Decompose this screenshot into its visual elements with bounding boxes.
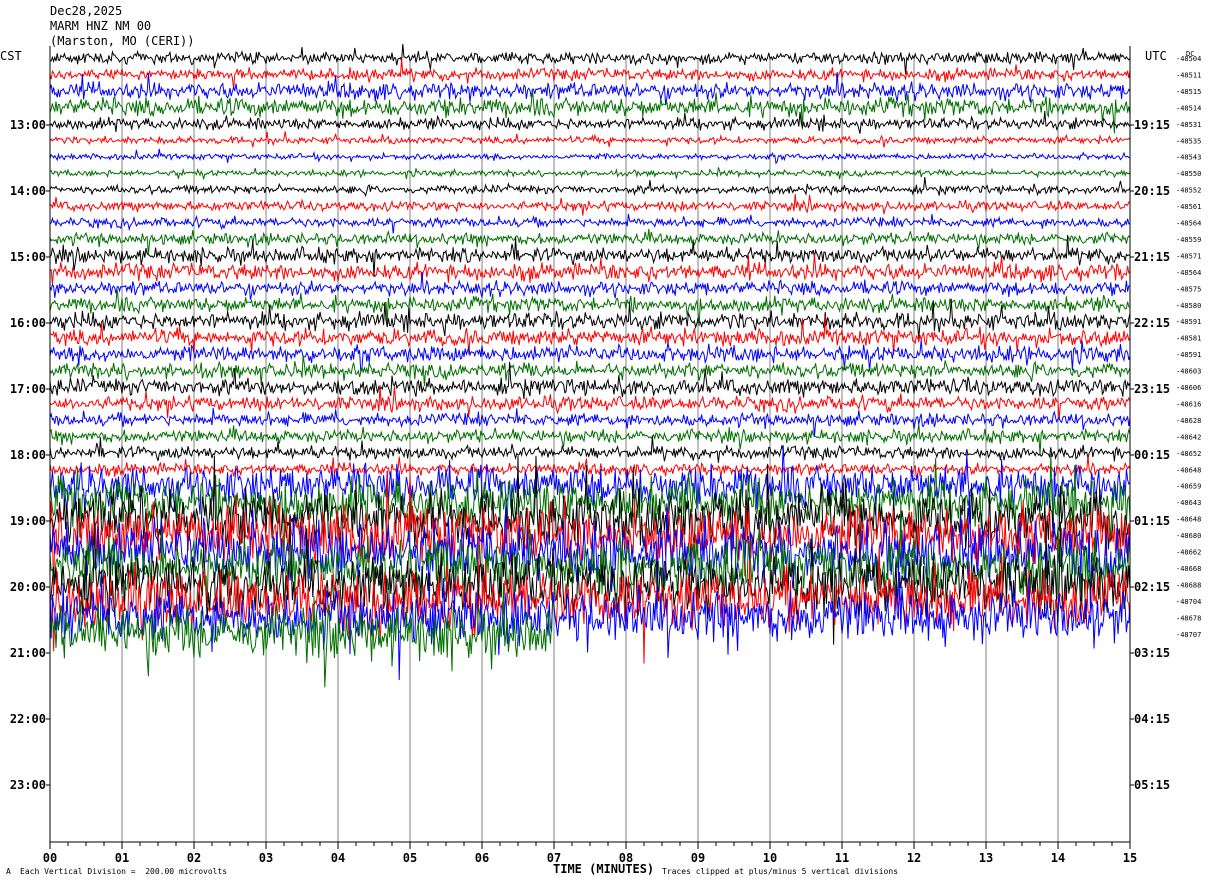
dc-offset-label: -48616 (1176, 400, 1201, 408)
right-hour-label: 03:15 (1134, 646, 1170, 660)
scale-note: Each Vertical Division = 200.00 microvol… (20, 867, 228, 876)
x-tick-label: 04 (331, 851, 345, 865)
dc-offset-label: -48575 (1176, 285, 1201, 293)
left-hour-label: 18:00 (10, 448, 46, 462)
left-hour-label: 21:00 (10, 646, 46, 660)
corner-mark: A (6, 867, 11, 876)
helicorder-plot: 00 01 02 03 04 05 06 07 08 09 10 11 12 13 14 1513:0014:… (10, 43, 1201, 865)
clip-note: Traces clipped at plus/minus 5 vertical … (662, 867, 899, 876)
dc-offset-label: -48543 (1176, 154, 1201, 162)
plot-axes (46, 46, 1134, 849)
seismic-trace (49, 361, 1131, 400)
dc-offset-label: -48668 (1176, 565, 1201, 573)
right-hour-label: 04:15 (1134, 712, 1170, 726)
right-hour-label: 02:15 (1134, 580, 1170, 594)
x-tick-label: 12 (907, 851, 921, 865)
seismic-trace (49, 177, 1131, 198)
dc-offset-label: -48580 (1176, 302, 1201, 310)
seismic-trace (49, 88, 1131, 134)
x-tick-label: 01 (115, 851, 129, 865)
x-tick-label: 10 (763, 851, 777, 865)
right-hour-label: 05:15 (1134, 778, 1170, 792)
dc-offset-label: -48707 (1176, 631, 1201, 639)
dc-offset-label: -48678 (1176, 614, 1201, 622)
x-tick-label: 03 (259, 851, 273, 865)
x-tick-label: 09 (691, 851, 705, 865)
dc-offset-label: -48643 (1176, 499, 1201, 507)
dc-offset-label: -48504 (1176, 55, 1201, 63)
seismic-trace (49, 111, 1131, 134)
seismic-trace (49, 131, 1131, 148)
right-hour-label: 01:15 (1134, 514, 1170, 528)
left-hour-label: 23:00 (10, 778, 46, 792)
left-hour-label: 19:00 (10, 514, 46, 528)
dc-offset-label: -48688 (1176, 581, 1201, 589)
seismic-trace (49, 272, 1131, 300)
dc-offset-label: -48571 (1176, 252, 1201, 260)
dc-offset-label: -48531 (1176, 121, 1201, 129)
x-tick-label: 13 (979, 851, 993, 865)
dc-offset-label: -48648 (1176, 466, 1201, 474)
dc-offset-label: -48564 (1176, 220, 1201, 228)
seismic-trace (49, 423, 1131, 455)
x-tick-label: 05 (403, 851, 417, 865)
dc-offset-label: -48552 (1176, 187, 1201, 195)
left-hour-label: 16:00 (10, 316, 46, 330)
left-hour-label: 22:00 (10, 712, 46, 726)
dc-offset-label: -48606 (1176, 384, 1201, 392)
dc-offset-label: -48559 (1176, 236, 1201, 244)
seismic-trace (49, 228, 1131, 255)
seismic-trace (49, 193, 1131, 216)
dc-offset-label: -48515 (1176, 88, 1201, 96)
seismic-traces (49, 43, 1131, 688)
x-tick-label: 06 (475, 851, 489, 865)
dc-offset-label: -48628 (1176, 417, 1201, 425)
right-hour-label: 19:15 (1134, 118, 1170, 132)
dc-offset-label: -48648 (1176, 516, 1201, 524)
left-hour-label: 17:00 (10, 382, 46, 396)
dc-offset-label: -48550 (1176, 170, 1201, 178)
dc-offset-label: -48591 (1176, 318, 1201, 326)
dc-offset-label: -48662 (1176, 549, 1201, 557)
right-hour-label: 20:15 (1134, 184, 1170, 198)
right-hour-label: 22:15 (1134, 316, 1170, 330)
left-hour-label: 13:00 (10, 118, 46, 132)
x-tick-label: 14 (1051, 851, 1065, 865)
seismic-trace (49, 213, 1131, 234)
seismic-trace (49, 407, 1131, 437)
dc-offset-label: -48514 (1176, 104, 1201, 112)
dc-offset-label: -48564 (1176, 269, 1201, 277)
right-hour-label: 23:15 (1134, 382, 1170, 396)
seismic-trace (49, 148, 1131, 165)
dc-offset-label: -48652 (1176, 450, 1201, 458)
left-hour-label: 14:00 (10, 184, 46, 198)
x-tick-label: 02 (187, 851, 201, 865)
right-hour-label: 00:15 (1134, 448, 1170, 462)
seismic-trace (49, 339, 1131, 373)
dc-offset-label: -48659 (1176, 483, 1201, 491)
dc-offset-label: -48603 (1176, 368, 1201, 376)
x-axis-title: TIME (MINUTES) (553, 862, 655, 876)
left-hour-label: 20:00 (10, 580, 46, 594)
seismic-trace (49, 167, 1131, 180)
seismic-trace (49, 315, 1131, 355)
dc-offset-label: -48642 (1176, 433, 1201, 441)
dc-offset-label: -48561 (1176, 203, 1201, 211)
x-tick-label: 00 (43, 851, 57, 865)
dc-offset-label: -48704 (1176, 598, 1201, 606)
dc-offset-label: -48581 (1176, 335, 1201, 343)
dc-offset-label: -48511 (1176, 71, 1201, 79)
left-hour-label: 15:00 (10, 250, 46, 264)
dc-offset-label: -48591 (1176, 351, 1201, 359)
x-tick-label: 15 (1123, 851, 1137, 865)
x-tick-label: 11 (835, 851, 849, 865)
right-hour-label: 21:15 (1134, 250, 1170, 264)
minute-gridlines (121, 58, 1059, 842)
dc-offset-label: -48680 (1176, 532, 1201, 540)
seismic-trace (49, 435, 1131, 463)
seismic-trace (49, 58, 1131, 90)
dc-offset-label: -48535 (1176, 137, 1201, 145)
seismogram-page: Dec28,2025 MARM HNZ NM 00 (Marston, MO (… (0, 0, 1210, 886)
